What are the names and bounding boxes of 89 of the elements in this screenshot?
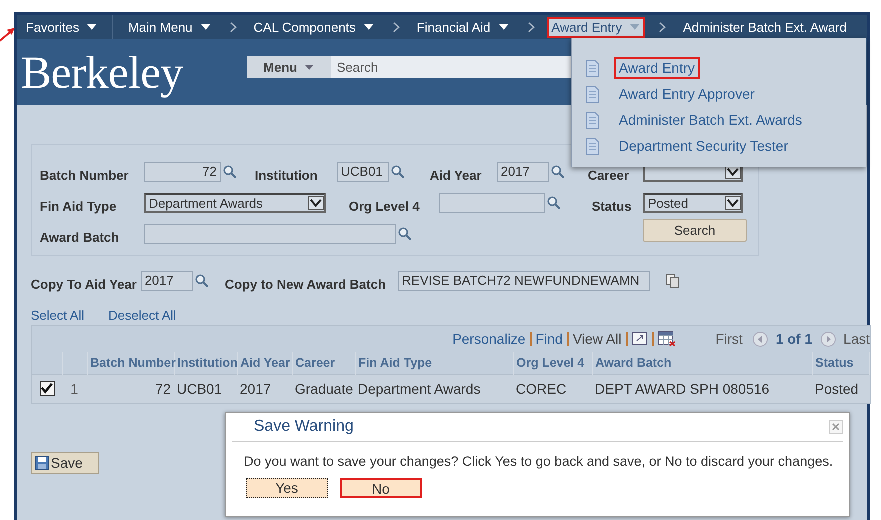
select-field[interactable]: Department Awards	[144, 193, 326, 213]
breadcrumb-menu[interactable]: Main Menu	[123, 16, 216, 38]
lookup-field[interactable]: 2017	[140, 271, 193, 291]
select-link[interactable]: Deselect All	[108, 308, 176, 323]
chevron-icon	[659, 22, 666, 32]
breadcrumb-menu[interactable]: Favorites	[21, 16, 102, 38]
breadcrumb-menu[interactable]: Financial Aid	[412, 16, 514, 38]
menu-item[interactable]: Award Entry Approver	[614, 83, 760, 105]
select-link[interactable]: Select All	[31, 308, 84, 323]
dropdown-arrow-icon[interactable]	[308, 196, 324, 210]
search-icon[interactable]	[391, 165, 405, 179]
close-icon	[832, 423, 840, 431]
grid-link[interactable]: Find	[536, 331, 563, 347]
save-button[interactable]: Save	[31, 452, 99, 474]
row-number: 1	[62, 374, 87, 403]
select-field[interactable]: Posted	[643, 193, 743, 213]
spreadsheet-icon[interactable]	[658, 331, 676, 347]
caret-icon[interactable]	[87, 24, 98, 30]
lookup-field[interactable]: UCB01	[337, 162, 389, 182]
document-icon	[586, 86, 599, 102]
document-icon	[586, 60, 599, 76]
breadcrumb-menu[interactable]: CAL Components	[248, 16, 379, 38]
field-label: Award Batch	[40, 230, 120, 244]
field-label: Org Level 4	[349, 198, 421, 214]
chevron-icon	[392, 22, 400, 32]
search-icon[interactable]	[194, 274, 209, 288]
menu-item[interactable]: Administer Batch Ext. Awards	[614, 109, 808, 131]
field-label: Batch Number	[40, 168, 130, 182]
field-label: Copy to New Award Batch	[224, 276, 386, 292]
field-label: Fin Aid Type	[40, 198, 118, 214]
column-header[interactable]: Batch Number	[87, 352, 174, 374]
caret-icon[interactable]	[200, 24, 211, 30]
dialog-message: Do you want to save your changes? Click Yes to go back and save, or No to discard your changes.	[244, 454, 834, 469]
table-cell: COREC	[513, 374, 592, 403]
text-field[interactable]: REVISE BATCH72 NEWFUNDNEWAMN	[398, 271, 650, 291]
chevron-icon	[528, 22, 535, 32]
dialog-title: Save Warning	[254, 418, 354, 436]
table-cell: Department Awards	[355, 374, 513, 403]
first-link[interactable]: First	[716, 331, 743, 347]
menu-item[interactable]: Award Entry	[614, 57, 700, 79]
menu-button[interactable]: Menu	[247, 56, 331, 78]
search-icon[interactable]	[398, 227, 412, 241]
table-cell: Graduate	[292, 374, 355, 403]
close-button[interactable]	[829, 420, 843, 434]
dialog-button[interactable]: Yes	[246, 478, 328, 498]
last-link[interactable]: Last	[844, 331, 870, 347]
caret-icon[interactable]	[364, 24, 374, 30]
breadcrumb-menu[interactable]: Administer Batch Ext. Award	[678, 16, 852, 38]
lookup-field[interactable]: 72	[144, 162, 221, 182]
field-label: Copy To Aid Year	[31, 276, 137, 292]
field-label: Institution	[255, 168, 319, 182]
field-label: Status	[592, 198, 633, 214]
column-header[interactable]: Status	[812, 352, 870, 374]
copy-icon[interactable]	[666, 274, 680, 288]
dropdown-arrow-icon[interactable]	[725, 196, 741, 210]
table-cell: UCB01	[174, 374, 237, 403]
grid-link[interactable]: Personalize	[452, 331, 526, 347]
chevron-icon	[230, 22, 237, 32]
lookup-field[interactable]	[144, 224, 396, 244]
table-cell: DEPT AWARD SPH 080516	[592, 374, 812, 403]
dialog-button[interactable]: No	[340, 478, 422, 498]
field-label: Career	[588, 168, 630, 182]
field-label: Aid Year	[430, 168, 483, 182]
column-header[interactable]: Aid Year	[237, 352, 292, 374]
berkeley-logo: Berkeley	[21, 46, 184, 98]
column-header[interactable]: Career	[292, 352, 355, 374]
row-checkbox[interactable]	[40, 381, 54, 396]
zoom-icon[interactable]	[632, 332, 648, 346]
menu-item[interactable]: Department Security Tester	[614, 135, 794, 157]
caret-icon	[305, 64, 314, 70]
grid-link[interactable]: View All	[572, 331, 622, 347]
column-header[interactable]: Fin Aid Type	[355, 352, 513, 374]
breadcrumb-menu[interactable]: Award Entry	[546, 16, 646, 38]
document-icon	[586, 138, 599, 154]
annotation-arrow	[0, 26, 16, 42]
table-cell: Posted	[812, 374, 870, 403]
table-cell: 2017	[237, 374, 292, 403]
column-header[interactable]: Org Level 4	[513, 352, 592, 374]
search-button[interactable]: Search	[643, 219, 747, 242]
search-icon[interactable]	[551, 165, 565, 179]
search-icon[interactable]	[223, 165, 237, 179]
table-cell: 72	[87, 374, 174, 403]
lookup-field[interactable]: 2017	[497, 162, 549, 182]
lookup-field[interactable]	[439, 193, 545, 213]
page-range: 1 of 1	[776, 331, 813, 347]
caret-icon[interactable]	[498, 24, 509, 30]
column-header[interactable]: Award Batch	[592, 352, 812, 374]
document-icon	[586, 112, 599, 128]
search-icon[interactable]	[547, 196, 561, 210]
